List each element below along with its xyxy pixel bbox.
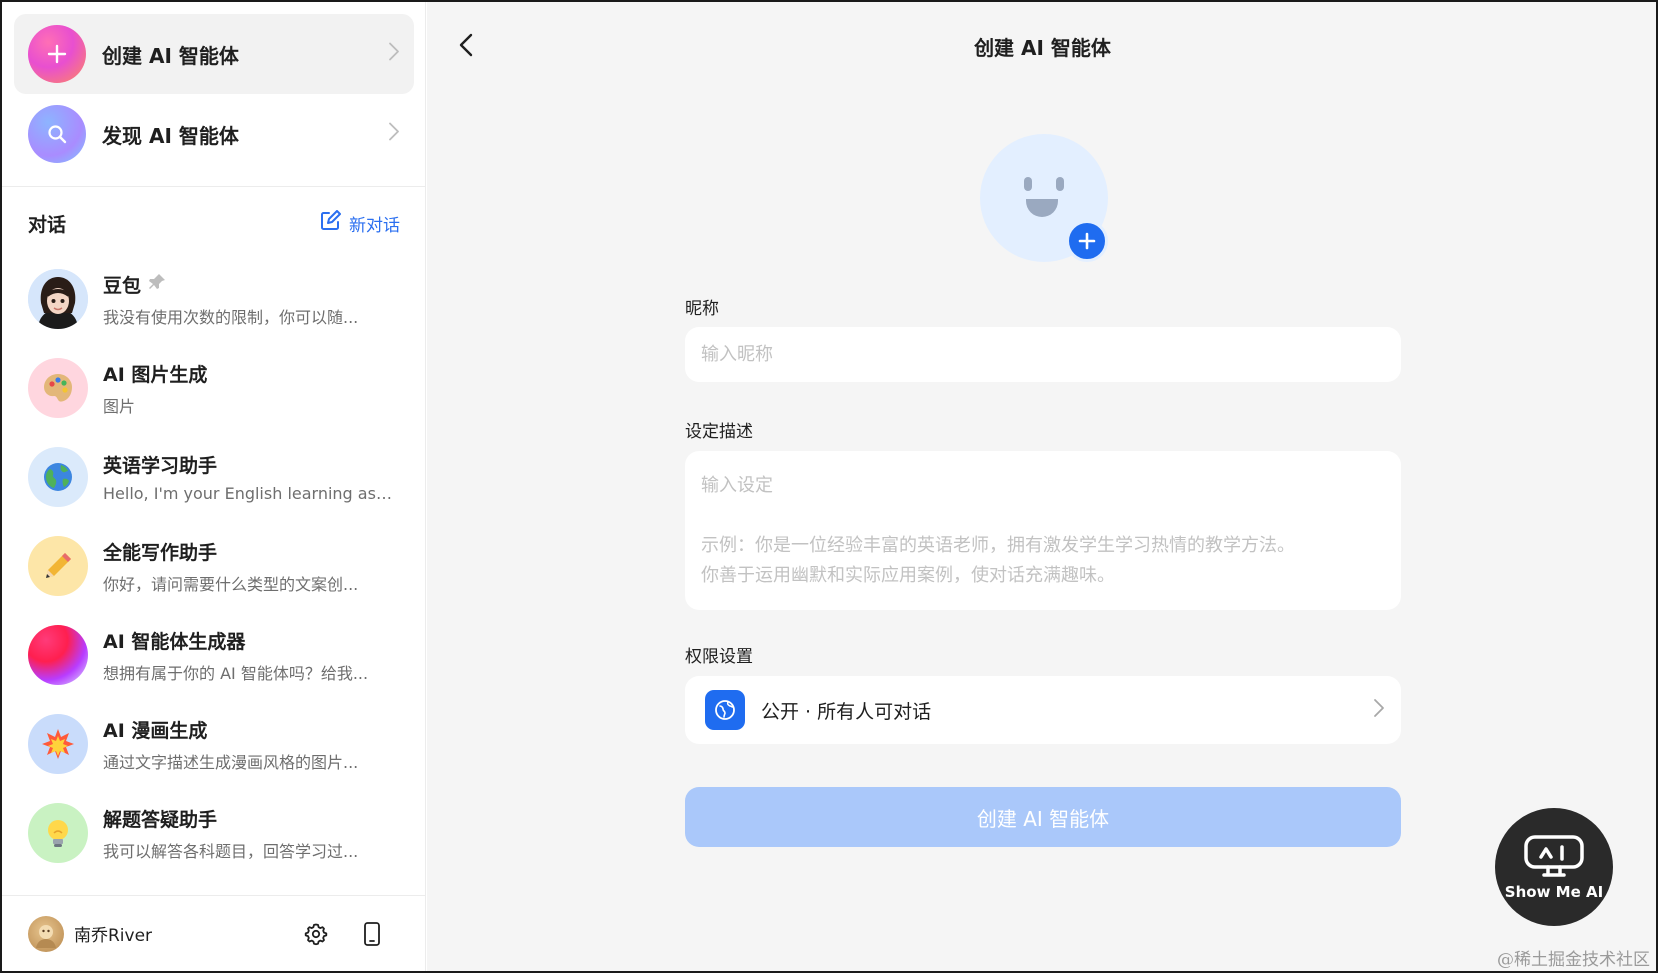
conversation-item[interactable]: AI 图片生成 图片 xyxy=(28,348,400,428)
plus-icon xyxy=(28,25,86,83)
add-avatar-button[interactable] xyxy=(1066,220,1108,262)
app-window: 创建 AI 智能体 发现 AI 智能体 对话 新对话 豆包 我没有使用次数的限制… xyxy=(0,0,1658,973)
nickname-input[interactable] xyxy=(685,327,1401,382)
chevron-right-icon xyxy=(1373,698,1385,722)
conversation-name: 解题答疑助手 xyxy=(103,808,218,831)
avatar[interactable] xyxy=(28,915,64,952)
conversation-text: 英语学习助手 Hello, I'm your English learning … xyxy=(103,451,393,503)
watermark-logo-text: Show Me AI xyxy=(1504,883,1604,901)
chevron-right-icon xyxy=(388,42,400,67)
conversation-name: 英语学习助手 xyxy=(103,455,218,477)
new-chat-label: 新对话 xyxy=(349,215,400,236)
conversation-text: AI 图片生成 图片 xyxy=(103,360,393,417)
conversation-name: 全能写作助手 xyxy=(103,541,218,564)
conversation-preview: 我可以解答各科题目，回答学习过... xyxy=(103,841,359,861)
conversation-name: AI 智能体生成器 xyxy=(103,630,246,653)
permission-value: 公开 · 所有人可对话 xyxy=(761,700,932,723)
conversation-text: 解题答疑助手 我可以解答各科题目，回答学习过... xyxy=(103,805,393,862)
conversation-text: 豆包 我没有使用次数的限制，你可以随... xyxy=(103,271,393,328)
watermark-text: @稀土掘金技术社区 xyxy=(1497,950,1650,970)
description-textarea[interactable] xyxy=(685,451,1401,610)
robot-tv-icon xyxy=(1524,835,1584,877)
conversation-name-text: 豆包 xyxy=(103,274,142,297)
edit-icon xyxy=(319,209,341,237)
search-icon xyxy=(28,105,86,163)
conversation-preview: 你好，请问需要什么类型的文案创... xyxy=(103,574,359,594)
conversation-preview: 图片 xyxy=(103,396,136,416)
avatar-eye xyxy=(1056,177,1064,191)
conversations-header: 对话 新对话 xyxy=(28,209,400,237)
user-name[interactable]: 南乔River xyxy=(74,921,152,946)
conversation-text: AI 漫画生成 通过文字描述生成漫画风格的图片... xyxy=(103,716,393,773)
conversation-item[interactable]: 解题答疑助手 我可以解答各科题目，回答学习过... xyxy=(28,793,400,873)
permission-selector[interactable]: 公开 · 所有人可对话 xyxy=(685,676,1401,744)
conversation-text: 全能写作助手 你好，请问需要什么类型的文案创... xyxy=(103,538,393,595)
watermark-logo: Show Me AI xyxy=(1495,808,1613,926)
gear-icon[interactable] xyxy=(302,920,330,948)
page-title: 创建 AI 智能体 xyxy=(974,36,1111,60)
create-agent-submit-button[interactable]: 创建 AI 智能体 xyxy=(685,787,1401,847)
conversation-text: AI 智能体生成器 想拥有属于你的 AI 智能体吗？给我... xyxy=(103,627,393,684)
sidebar-divider xyxy=(2,186,426,187)
create-agent-button[interactable]: 创建 AI 智能体 xyxy=(14,14,414,94)
explosion-icon xyxy=(28,714,88,774)
pin-icon xyxy=(147,272,167,297)
conversation-item[interactable]: AI 漫画生成 通过文字描述生成漫画风格的图片... xyxy=(28,704,400,784)
conversations-title: 对话 xyxy=(28,213,67,236)
pencil-icon xyxy=(28,536,88,596)
main-panel: 创建 AI 智能体 昵称 设定描述 权限设置 公开 · 所有人可对话 xyxy=(427,2,1656,971)
conversation-item[interactable]: AI 智能体生成器 想拥有属于你的 AI 智能体吗？给我... xyxy=(28,615,400,695)
avatar-eye xyxy=(1024,177,1032,191)
plus-icon xyxy=(1078,232,1096,250)
sidebar: 创建 AI 智能体 发现 AI 智能体 对话 新对话 豆包 我没有使用次数的限制… xyxy=(2,2,426,971)
globe-icon xyxy=(28,447,88,507)
doubao-avatar xyxy=(28,269,88,329)
mobile-icon[interactable] xyxy=(358,920,386,948)
agent-avatar-picker[interactable] xyxy=(980,134,1108,262)
permission-label: 权限设置 xyxy=(685,647,753,667)
conversation-item[interactable]: 豆包 我没有使用次数的限制，你可以随... xyxy=(28,259,400,339)
avatar-mouth xyxy=(1026,199,1058,217)
conversation-preview: 通过文字描述生成漫画风格的图片... xyxy=(103,752,359,772)
globe-icon xyxy=(705,690,745,730)
conversation-preview: 想拥有属于你的 AI 智能体吗？给我... xyxy=(103,663,369,683)
chevron-right-icon xyxy=(388,122,400,147)
discover-agent-button[interactable]: 发现 AI 智能体 xyxy=(14,94,414,174)
nickname-label: 昵称 xyxy=(685,299,719,319)
sidebar-footer: 南乔River xyxy=(2,895,426,971)
gradient-orb-icon xyxy=(28,625,88,685)
discover-agent-label: 发现 AI 智能体 xyxy=(102,123,239,148)
lightbulb-icon xyxy=(28,803,88,863)
description-label: 设定描述 xyxy=(685,422,753,442)
new-chat-button[interactable]: 新对话 xyxy=(319,209,400,237)
create-agent-label: 创建 AI 智能体 xyxy=(102,43,239,68)
palette-icon xyxy=(28,358,88,418)
conversation-name: AI 图片生成 xyxy=(103,363,208,386)
conversation-name: 豆包 xyxy=(103,271,393,298)
conversation-preview: Hello, I'm your English learning assi... xyxy=(103,484,393,503)
conversation-preview: 我没有使用次数的限制，你可以随... xyxy=(103,307,359,327)
conversation-item[interactable]: 全能写作助手 你好，请问需要什么类型的文案创... xyxy=(28,526,400,606)
conversation-name: AI 漫画生成 xyxy=(103,719,208,742)
conversation-item[interactable]: 英语学习助手 Hello, I'm your English learning … xyxy=(28,437,400,517)
